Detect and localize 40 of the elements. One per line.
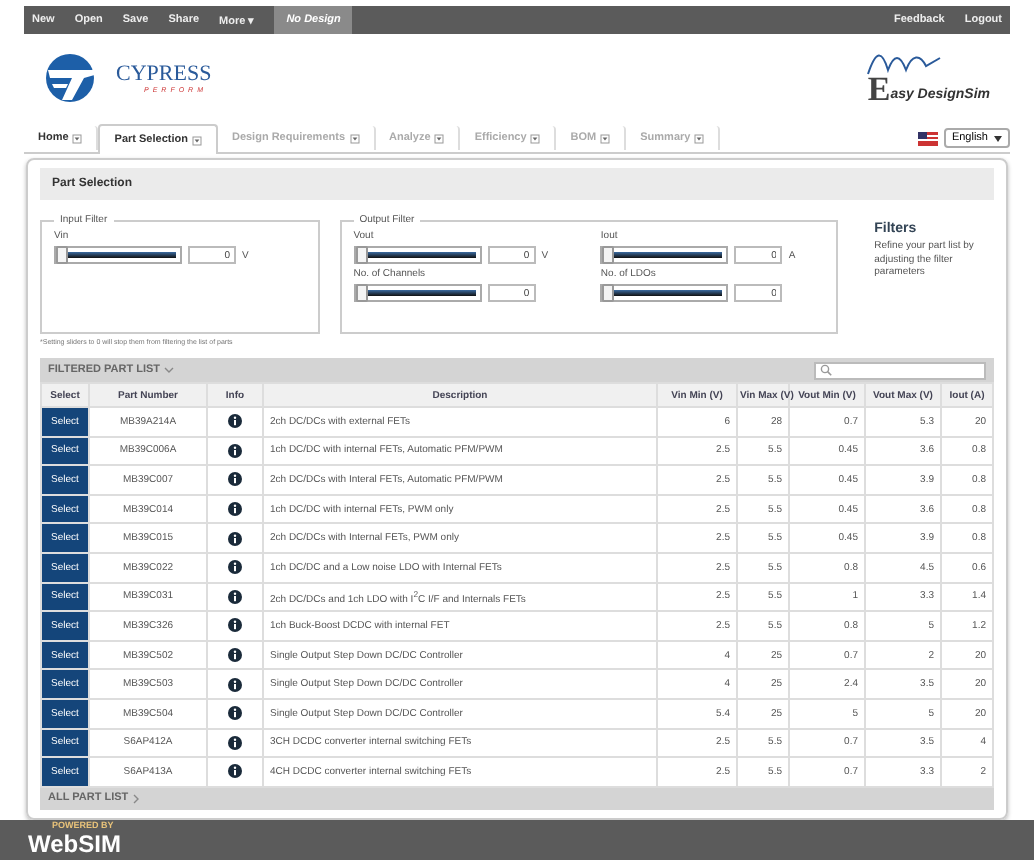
search-icon [820,364,832,376]
info-icon[interactable] [228,648,242,663]
footer-brand: WebSIM [28,830,123,859]
slider-thumb[interactable] [355,284,368,302]
slider-thumb[interactable] [602,284,615,302]
dropdown-icon [72,133,83,143]
search-field[interactable] [814,361,986,379]
info-icon[interactable] [228,735,242,750]
info-icon[interactable] [228,764,242,779]
slider-thumb[interactable] [602,246,615,264]
info-icon[interactable] [228,502,242,517]
dropdown-icon [191,135,202,145]
company-name: CYPRESS [116,62,212,86]
slider[interactable] [54,246,182,264]
info-icon[interactable] [228,677,242,692]
info-icon[interactable] [228,589,242,604]
dropdown-icon [434,133,445,143]
info-icon[interactable] [228,472,242,487]
info-icon[interactable] [228,531,242,546]
caret-icon [994,135,1002,141]
info-icon[interactable] [228,706,242,721]
slider-thumb[interactable] [56,246,68,264]
dropdown-icon [349,133,360,143]
dropdown-icon [530,133,541,143]
chevron-down-icon [164,366,175,374]
wave-icon [863,50,944,78]
info-icon[interactable] [228,443,242,458]
info-icon[interactable] [228,560,242,575]
product-initial: E [867,72,891,106]
slider[interactable] [353,284,482,302]
chevron-right-icon [132,793,141,804]
slider[interactable] [600,246,729,264]
slider[interactable] [600,284,729,302]
info-icon[interactable] [228,618,242,633]
slider[interactable] [353,246,482,264]
flag-icon [917,131,938,145]
dropdown-icon [600,133,611,143]
slider-thumb[interactable] [355,246,368,264]
dropdown-icon [694,133,705,143]
info-icon[interactable] [228,414,242,429]
